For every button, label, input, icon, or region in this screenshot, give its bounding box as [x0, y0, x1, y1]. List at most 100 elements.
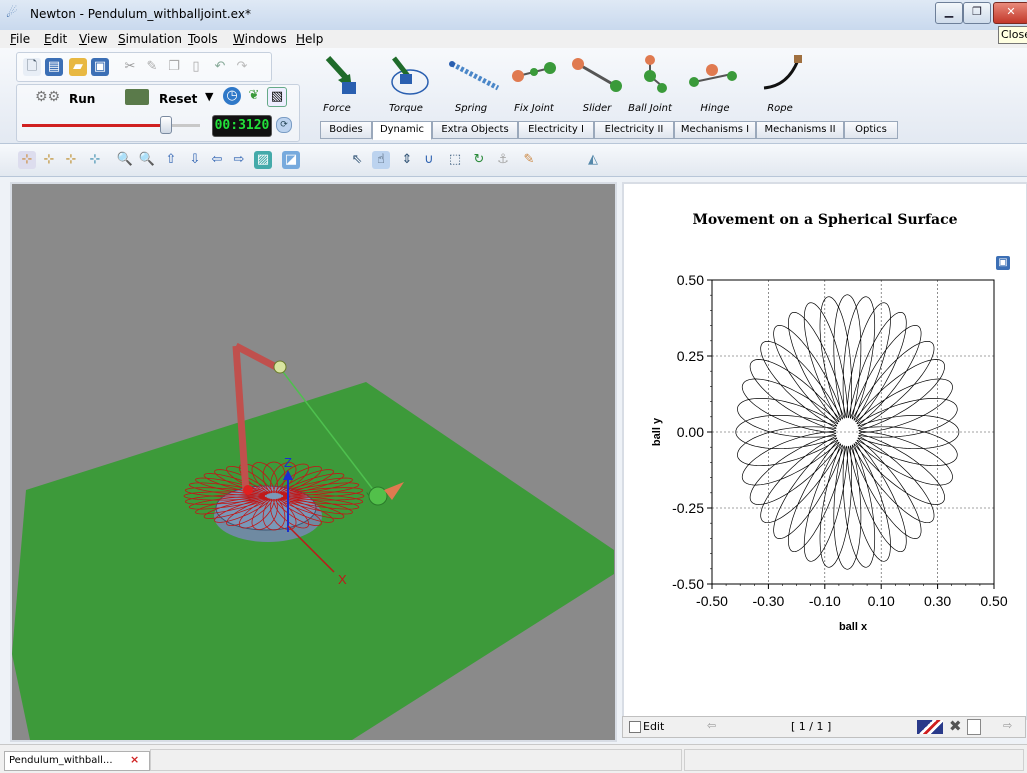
rope-icon[interactable]: [763, 55, 802, 90]
palette-label-ball-joint: Ball Joint: [628, 103, 672, 114]
magic-wand-icon[interactable]: ✎: [143, 58, 161, 76]
save-icon[interactable]: ▣: [91, 58, 109, 76]
stopwatch-icon[interactable]: ◷: [223, 87, 241, 105]
rotate-icon[interactable]: ↻: [470, 151, 488, 169]
menu-windows[interactable]: Windows: [233, 32, 287, 46]
open-folder-icon[interactable]: ▰: [69, 58, 87, 76]
ramp-icon[interactable]: ◭: [584, 151, 602, 169]
pan-up-icon[interactable]: ⇧: [162, 151, 180, 169]
palette-label-torque: Torque: [389, 103, 423, 114]
render-options-icon[interactable]: ◪: [282, 151, 300, 169]
paste-icon[interactable]: ▯: [187, 58, 205, 76]
tab-dynamic[interactable]: Dynamic: [372, 121, 432, 140]
select-arrow-icon[interactable]: ⇖: [348, 151, 366, 169]
redo-icon[interactable]: ↷: [233, 58, 251, 76]
title-bar: ☄ Newton - Pendulum_withballjoint.ex* ▁ …: [0, 0, 1027, 31]
menu-help[interactable]: Help: [296, 32, 323, 46]
remove-graph-icon[interactable]: ✖: [949, 717, 962, 735]
x-axis-label: X: [338, 572, 347, 587]
uk-flag-icon[interactable]: [917, 720, 943, 734]
zoom-out-icon[interactable]: 🔍: [138, 151, 156, 169]
force-icon[interactable]: [325, 55, 356, 94]
tab-mechanisms-1[interactable]: Mechanisms I: [674, 121, 756, 139]
menu-edit[interactable]: Edit: [44, 32, 67, 46]
hand-icon[interactable]: ☝: [372, 151, 390, 169]
x-tick-label: 0.10: [868, 593, 895, 609]
menu-file[interactable]: File: [10, 32, 30, 46]
dropdown-arrow-icon[interactable]: ▼: [205, 90, 213, 103]
spring-icon[interactable]: [449, 61, 500, 91]
fix-joint-icon[interactable]: [512, 62, 556, 82]
pan-left-icon[interactable]: ⇦: [208, 151, 226, 169]
tab-electricity-1[interactable]: Electricity I: [518, 121, 594, 139]
view-yz-icon[interactable]: ⊹: [62, 151, 80, 169]
drag-vertical-icon[interactable]: ⇕: [398, 151, 416, 169]
view-toolbar: ⊹ ⊹ ⊹ ⊹ 🔍 🔍 ⇧ ⇩ ⇦ ⇨ ▨ ◪ ⇖ ☝ ⇕ ∪ ⬚ ↻ ⚓ ✎ …: [0, 144, 1027, 177]
notebook-icon[interactable]: ▤: [45, 58, 63, 76]
tab-extra-objects[interactable]: Extra Objects: [432, 121, 518, 139]
ball-joint[interactable]: [273, 360, 287, 374]
copy-icon[interactable]: ❐: [165, 58, 183, 76]
x-axis-label: ball x: [839, 621, 868, 633]
trajectory-chart: -0.50 -0.30 -0.10 0.10 0.30 0.50 0.50 0.25 0.00 -…: [651, 272, 1008, 633]
cut-icon[interactable]: ✂: [121, 58, 139, 76]
zoom-in-icon[interactable]: 🔍: [116, 151, 134, 169]
menu-view[interactable]: View: [79, 32, 107, 46]
view-3d-icon[interactable]: ⊹: [86, 151, 104, 169]
close-button[interactable]: ✕: [993, 2, 1027, 24]
view-xz-icon[interactable]: ⊹: [40, 151, 58, 169]
run-button[interactable]: Run: [69, 92, 95, 106]
y-tick-label: 0.25: [677, 348, 704, 364]
pendulum-ball[interactable]: [368, 486, 388, 506]
pan-down-icon[interactable]: ⇩: [186, 151, 204, 169]
chart-curve-group: [735, 294, 960, 570]
resize-icon[interactable]: ⬚: [446, 151, 464, 169]
torque-icon[interactable]: [391, 56, 429, 95]
x-tick-label: -0.50: [696, 593, 728, 609]
tab-electricity-2[interactable]: Electricity II: [594, 121, 674, 139]
status-bar: Pendulum_withball... ×: [0, 744, 1027, 773]
simulation-timer: 00:3120: [212, 115, 272, 137]
timer-settings-icon[interactable]: ⟳: [276, 117, 292, 133]
graph-window-icon[interactable]: ▧: [267, 87, 287, 107]
tab-mechanisms-2[interactable]: Mechanisms II: [756, 121, 844, 139]
wrench-icon[interactable]: ✎: [520, 151, 538, 169]
export-icon[interactable]: [967, 719, 981, 735]
y-tick-label: -0.50: [672, 576, 704, 592]
3d-scene-viewport[interactable]: Z X Y: [10, 182, 617, 742]
edit-checkbox[interactable]: [629, 721, 641, 733]
palette-label-slider: Slider: [582, 103, 612, 114]
y-tick-label: 0.50: [677, 272, 704, 288]
view-xy-icon[interactable]: ⊹: [18, 151, 36, 169]
time-slider-thumb[interactable]: [160, 116, 172, 134]
menu-tools[interactable]: Tools: [188, 32, 218, 46]
hinge-icon[interactable]: [689, 64, 737, 87]
undo-icon[interactable]: ↶: [211, 58, 229, 76]
background-icon[interactable]: ▨: [254, 151, 272, 169]
slider-icon[interactable]: [572, 58, 622, 92]
tab-optics[interactable]: Optics: [844, 121, 898, 139]
document-tab[interactable]: Pendulum_withball...: [4, 751, 150, 771]
y-tick-label: 0.00: [677, 424, 704, 440]
menu-simulation[interactable]: Simulation: [118, 32, 182, 46]
next-page-icon[interactable]: ⇨: [1003, 719, 1012, 732]
track-icon[interactable]: ❦: [245, 87, 263, 105]
pan-right-icon[interactable]: ⇨: [230, 151, 248, 169]
magnet-icon[interactable]: ∪: [420, 151, 438, 169]
reset-icon: [125, 89, 149, 105]
anchor-icon[interactable]: ⚓: [494, 151, 512, 169]
minimize-button[interactable]: ▁: [935, 2, 963, 24]
close-document-icon[interactable]: ×: [130, 751, 139, 769]
window-title: Newton - Pendulum_withballjoint.ex*: [30, 7, 251, 21]
restore-button[interactable]: ❐: [963, 2, 991, 24]
page-indicator: [ 1 / 1 ]: [791, 720, 832, 733]
ball-joint-icon[interactable]: [644, 55, 667, 93]
status-field-main: [150, 749, 682, 771]
reset-button[interactable]: Reset: [159, 92, 197, 106]
previous-page-icon[interactable]: ⇦: [707, 719, 716, 732]
tab-bodies[interactable]: Bodies: [320, 121, 372, 139]
palette-label-force: Force: [323, 103, 351, 114]
new-file-icon[interactable]: 🗋: [23, 58, 41, 76]
menu-bar: File Edit View Simulation Tools Windows …: [0, 30, 1027, 48]
dynamic-objects-palette: [325, 55, 802, 95]
